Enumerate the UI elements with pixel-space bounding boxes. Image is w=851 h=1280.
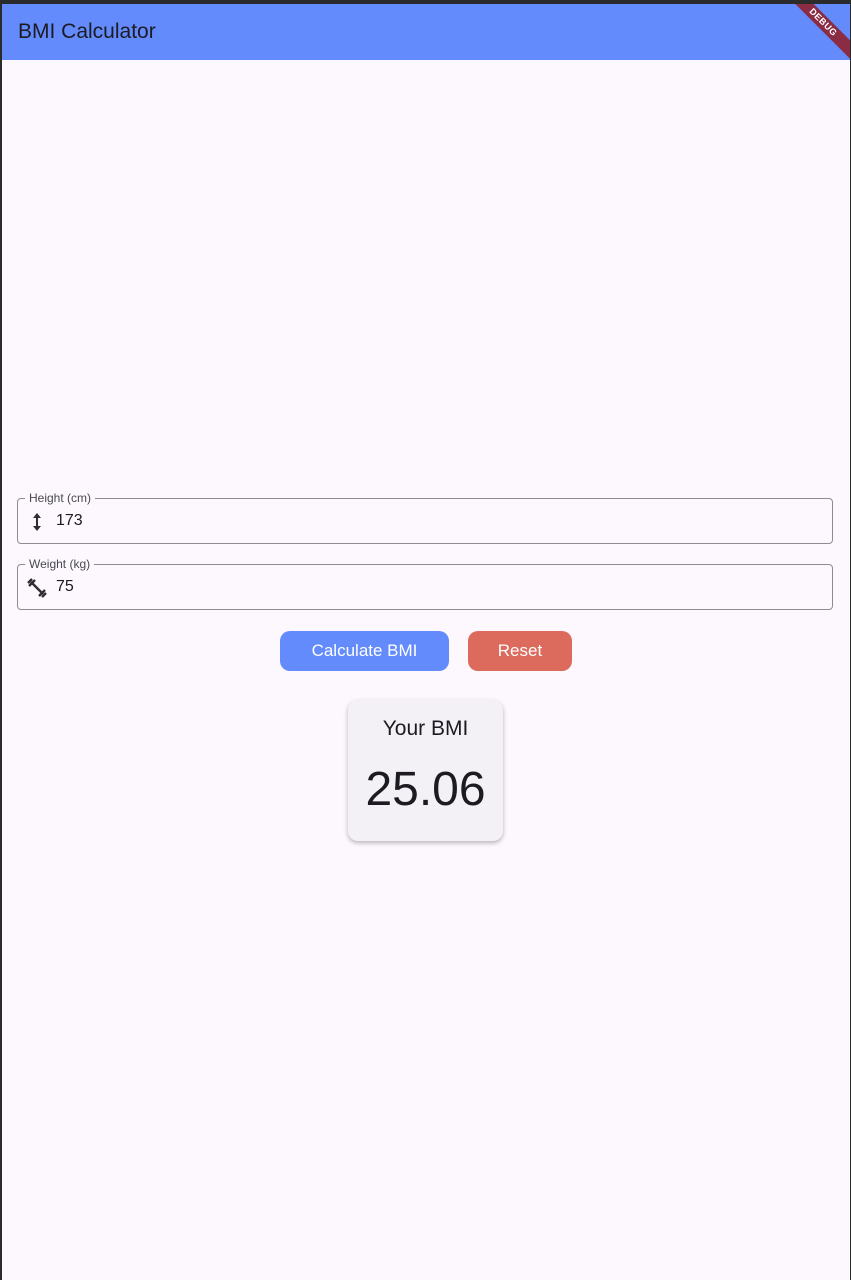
height-icon [26, 511, 48, 533]
weight-field-label: Weight (kg) [25, 556, 95, 572]
height-field[interactable]: Height (cm) 173 [17, 490, 833, 544]
bmi-result-value: 25.06 [365, 763, 486, 816]
dumbbell-icon [26, 577, 48, 599]
weight-input[interactable]: 75 [56, 577, 74, 597]
height-field-label: Height (cm) [25, 490, 96, 506]
reset-button[interactable]: Reset [468, 631, 572, 671]
app-title: BMI Calculator [18, 20, 156, 43]
height-input[interactable]: 173 [56, 511, 83, 531]
bmi-result-label: Your BMI [382, 717, 469, 740]
debug-banner: DEBUG [779, 4, 850, 66]
app-bar: BMI Calculator DEBUG [2, 4, 850, 66]
app-window: BMI Calculator DEBUG Height (cm) 173 Wei… [2, 4, 850, 1280]
bmi-result-card: Your BMI 25.06 [348, 700, 503, 841]
calculate-bmi-button[interactable]: Calculate BMI [280, 631, 449, 671]
weight-field[interactable]: Weight (kg) 75 [17, 556, 833, 610]
